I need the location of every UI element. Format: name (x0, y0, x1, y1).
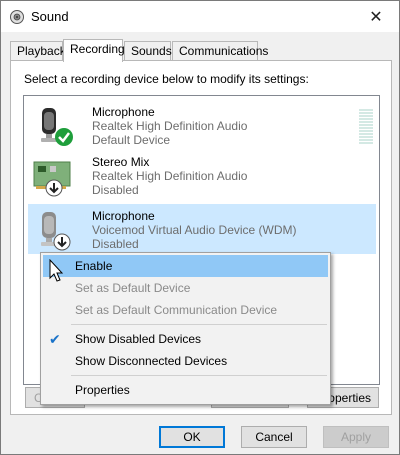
window-title: Sound (31, 9, 69, 24)
menu-item-enable[interactable]: Enable (43, 255, 328, 277)
microphone-icon (41, 212, 71, 251)
menu-item-properties[interactable]: Properties (43, 379, 328, 401)
menu-item-label: Show Disabled Devices (75, 332, 202, 346)
close-icon: ✕ (369, 8, 383, 26)
instruction-text: Select a recording device below to modif… (24, 72, 309, 86)
menu-item-set-default[interactable]: Set as Default Device (43, 277, 328, 299)
level-meter (359, 109, 373, 147)
menu-item-show-disabled[interactable]: ✔ Show Disabled Devices (43, 328, 328, 350)
device-name: Microphone (92, 209, 155, 223)
device-name: Microphone (92, 105, 155, 119)
tab-sounds[interactable]: Sounds (124, 41, 172, 61)
tab-recording[interactable]: Recording (63, 39, 125, 62)
device-name: Stereo Mix (92, 155, 150, 169)
sound-card-icon (33, 161, 71, 197)
tab-communications[interactable]: Communications (172, 41, 268, 61)
default-check-badge (55, 128, 73, 146)
menu-item-label: Set as Default Device (75, 281, 191, 295)
close-button[interactable]: ✕ (353, 1, 399, 32)
menu-item-label: Show Disconnected Devices (75, 354, 228, 368)
menu-separator (71, 324, 327, 325)
device-item-microphone-voicemod[interactable]: Microphone Voicemod Virtual Audio Device… (28, 204, 376, 254)
menu-item-label: Properties (75, 383, 130, 397)
cancel-button[interactable]: Cancel (241, 426, 307, 448)
device-item-microphone-realtek[interactable]: Microphone Realtek High Definition Audio… (28, 100, 376, 150)
context-menu: Enable Set as Default Device Set as Defa… (40, 252, 331, 405)
menu-separator (71, 375, 327, 376)
sound-dialog: Sound ✕ Playback Recording Sounds Commun… (0, 0, 400, 455)
menu-item-label: Enable (75, 259, 113, 273)
device-status: Disabled (92, 183, 139, 197)
mouse-cursor-icon (49, 259, 64, 282)
ok-button[interactable]: OK (159, 426, 225, 448)
apply-button[interactable]: Apply (323, 426, 389, 448)
device-item-stereo-mix[interactable]: Stereo Mix Realtek High Definition Audio… (28, 150, 376, 200)
device-status: Disabled (92, 237, 139, 251)
speaker-icon (10, 10, 24, 24)
device-driver: Realtek High Definition Audio (92, 169, 248, 183)
menu-item-set-default-communication[interactable]: Set as Default Communication Device (43, 299, 328, 321)
menu-item-show-disconnected[interactable]: Show Disconnected Devices (43, 350, 328, 372)
menu-item-label: Set as Default Communication Device (75, 303, 278, 317)
device-driver: Voicemod Virtual Audio Device (WDM) (92, 223, 297, 237)
device-driver: Realtek High Definition Audio (92, 119, 248, 133)
microphone-icon (41, 108, 73, 146)
device-status: Default Device (92, 133, 171, 147)
title-bar: Sound ✕ (1, 1, 399, 32)
checkmark-icon: ✔ (49, 331, 61, 347)
tab-playback[interactable]: Playback (10, 41, 66, 61)
